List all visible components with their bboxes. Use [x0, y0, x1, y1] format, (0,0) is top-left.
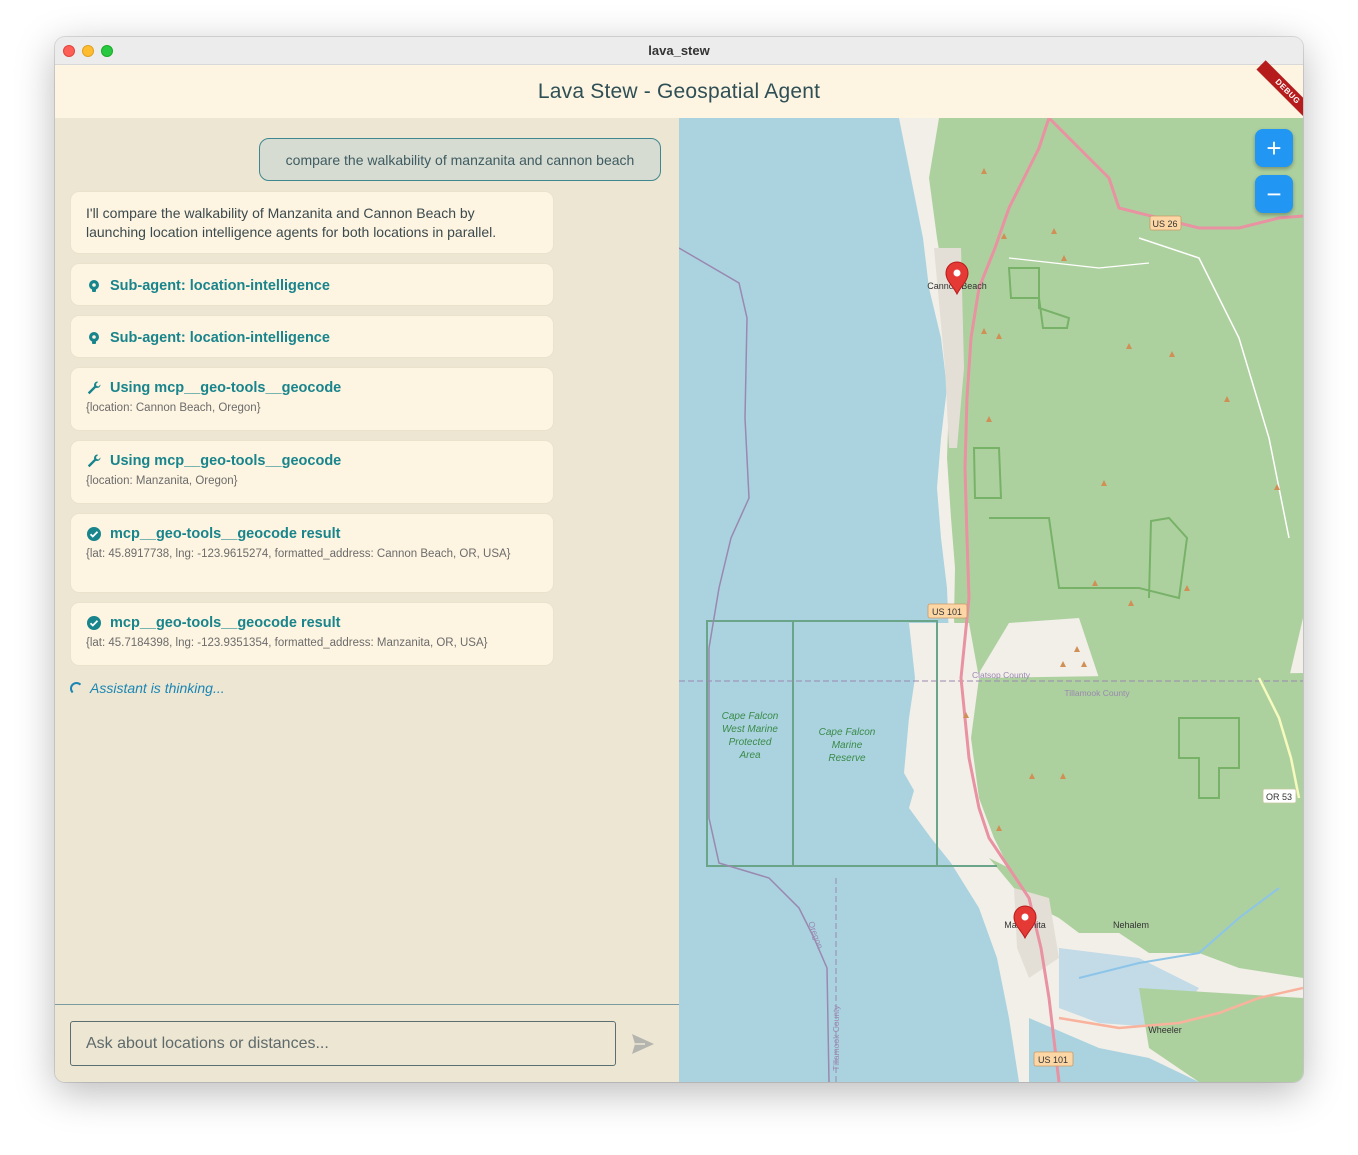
check-circle-icon: [87, 527, 101, 541]
tool-card-title: Sub-agent: location-intelligence: [110, 329, 330, 346]
tool-card-detail: {location: Cannon Beach, Oregon}: [86, 402, 261, 414]
chat-panel: compare the walkability of manzanita and…: [55, 118, 680, 1082]
zoom-out-button[interactable]: −: [1255, 175, 1293, 213]
check-circle-icon: [87, 616, 101, 630]
map-label-cape-falcon-west-4: Area: [738, 750, 761, 761]
tool-card[interactable]: mcp__geo-tools__geocode result {lat: 45.…: [70, 513, 554, 593]
tool-card[interactable]: Sub-agent: location-intelligence: [70, 263, 554, 306]
app-title: Lava Stew - Geospatial Agent: [537, 79, 821, 103]
app-bar: Lava Stew - Geospatial Agent DEBUG: [55, 60, 1303, 123]
tool-card-title: Using mcp__geo-tools__geocode: [110, 453, 342, 469]
map-label-cape-falcon-west-2: West Marine: [722, 724, 778, 735]
wrench-icon: [87, 454, 101, 468]
thinking-indicator: Assistant is thinking...: [70, 680, 225, 696]
tool-card[interactable]: Using mcp__geo-tools__geocode {location:…: [70, 440, 554, 504]
tool-card[interactable]: mcp__geo-tools__geocode result {lat: 45.…: [70, 602, 554, 666]
input-area: [55, 1004, 679, 1082]
map-label-cape-falcon-west-1: Cape Falcon: [722, 711, 779, 722]
send-icon[interactable]: [631, 1033, 655, 1055]
map-label-clatsop-county: Clatsop County: [972, 670, 1031, 680]
map-label-wheeler: Wheeler: [1148, 1025, 1182, 1035]
window-title: lava_stew: [648, 43, 710, 58]
tool-card[interactable]: Sub-agent: location-intelligence: [70, 315, 554, 358]
map-label-us101-south: US 101: [1038, 1055, 1068, 1065]
tool-card-detail: {lat: 45.7184398, lng: -123.9351354, for…: [86, 637, 488, 649]
map-label-tillamook-county: Tillamook County: [1064, 688, 1130, 698]
assistant-message: I'll compare the walkability of Manzanit…: [70, 191, 554, 254]
map-view[interactable]: US 26 US 101 US 101 OR 53 Cannon Beach M…: [679, 118, 1303, 1082]
brain-icon: [89, 279, 99, 292]
user-message-bubble: compare the walkability of manzanita and…: [259, 138, 661, 181]
tool-card-title: mcp__geo-tools__geocode result: [110, 615, 341, 631]
map-label-cape-falcon-reserve-2: Marine: [832, 740, 863, 751]
map-label-or53: OR 53: [1266, 792, 1292, 802]
tool-card-detail: {location: Manzanita, Oregon}: [86, 475, 238, 487]
tool-card-title: Sub-agent: location-intelligence: [110, 277, 330, 294]
zoom-in-button[interactable]: +: [1255, 129, 1293, 167]
chat-input[interactable]: [70, 1021, 616, 1066]
map-label-cape-falcon-reserve-1: Cape Falcon: [819, 727, 876, 738]
map-canvas[interactable]: US 26 US 101 US 101 OR 53 Cannon Beach M…: [679, 118, 1303, 1082]
map-label-us101-north: US 101: [932, 607, 962, 617]
map-label-cape-falcon-reserve-3: Reserve: [828, 753, 866, 764]
thinking-text: Assistant is thinking...: [90, 680, 225, 696]
map-label-us26: US 26: [1152, 219, 1177, 229]
debug-banner: DEBUG: [1256, 60, 1303, 123]
tool-card-title: Using mcp__geo-tools__geocode: [110, 380, 342, 396]
map-label-cape-falcon-west-3: Protected: [729, 737, 772, 748]
tool-card-title: mcp__geo-tools__geocode result: [110, 526, 341, 542]
title-bar: lava_stew: [55, 37, 1303, 65]
tool-card[interactable]: Using mcp__geo-tools__geocode {location:…: [70, 367, 554, 431]
spinner-icon: [70, 681, 83, 695]
app-window: lava_stew Lava Stew - Geospatial Agent D…: [55, 37, 1303, 1082]
map-label-tillamook-county-vertical: Tillamook County: [831, 1005, 841, 1071]
map-label-nehalem: Nehalem: [1113, 920, 1149, 930]
brain-icon: [89, 331, 99, 344]
tool-card-detail: {lat: 45.8917738, lng: -123.9615274, for…: [86, 548, 511, 560]
wrench-icon: [87, 381, 101, 395]
